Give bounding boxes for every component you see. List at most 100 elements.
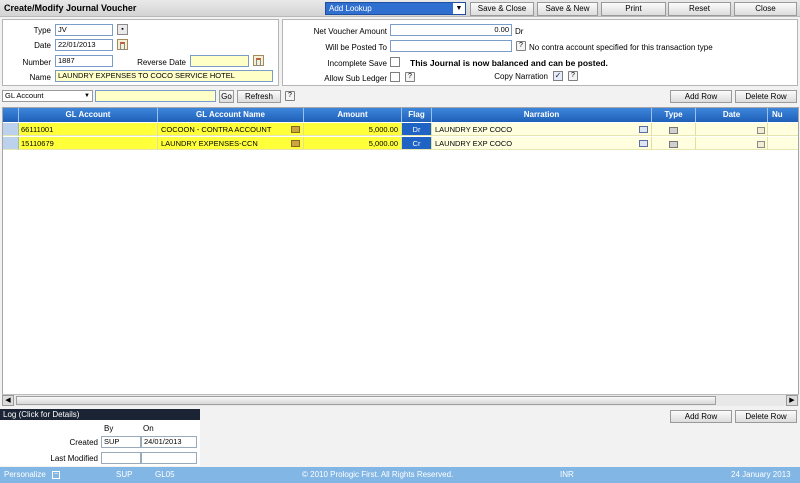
created-label: Created <box>69 438 98 447</box>
table-row[interactable]: 15110679 LAUNDRY EXPENSES-CCN 5,000.00 C… <box>3 137 798 151</box>
calendar-icon[interactable] <box>757 140 765 148</box>
personalize-link[interactable]: Personalize <box>4 467 46 483</box>
narration-editor-icon[interactable] <box>639 126 648 133</box>
row-selector[interactable] <box>3 123 19 136</box>
narration-text: LAUNDRY EXP COCO <box>435 139 513 148</box>
number-cell[interactable] <box>768 123 798 136</box>
log-by-header: By <box>104 424 114 433</box>
close-button[interactable]: Close <box>734 2 797 16</box>
narration-cell[interactable]: LAUNDRY EXP COCO <box>432 123 652 136</box>
table-row[interactable]: 66111001 COCOON - CONTRA ACCOUNT 5,000.0… <box>3 123 798 137</box>
date-label: Date <box>34 41 51 50</box>
date-cell[interactable] <box>696 137 768 150</box>
type-field[interactable]: JV <box>55 24 113 36</box>
type-label: Type <box>33 26 51 35</box>
refresh-button[interactable]: Refresh <box>237 90 281 103</box>
amount-cell[interactable]: 5,000.00 <box>304 137 402 150</box>
page-title: Create/Modify Journal Voucher <box>4 3 137 13</box>
posted-to-field[interactable] <box>390 40 512 52</box>
lookup-select[interactable]: Add Lookup ▼ <box>325 2 466 15</box>
last-modified-label: Last Modified <box>50 454 98 463</box>
save-new-button[interactable]: Save & New <box>537 2 598 16</box>
calendar-icon[interactable] <box>757 126 765 134</box>
column-header[interactable]: Nu <box>768 108 798 122</box>
column-header[interactable]: GL Account Name <box>158 108 304 122</box>
row-selector-header <box>3 108 19 122</box>
name-field[interactable]: LAUNDRY EXPENSES TO COCO SERVICE HOTEL <box>55 70 273 82</box>
footer-currency: INR <box>560 470 574 479</box>
allow-sub-ledger-checkbox[interactable] <box>390 72 400 82</box>
type-lookup-icon[interactable] <box>669 126 678 134</box>
lookup-select-value: Add Lookup <box>329 4 372 13</box>
help-icon[interactable]: ? <box>405 72 415 82</box>
reverse-date-field[interactable] <box>190 55 249 67</box>
incomplete-save-checkbox[interactable] <box>390 57 400 67</box>
folder-icon[interactable] <box>291 126 300 133</box>
row-selector[interactable] <box>3 137 19 150</box>
gl-account-cell[interactable]: 66111001 <box>19 123 158 136</box>
date-cell[interactable] <box>696 123 768 136</box>
gl-account-cell[interactable]: 15110679 <box>19 137 158 150</box>
allow-sub-ledger-label: Allow Sub Ledger <box>324 74 387 83</box>
folder-icon[interactable] <box>291 140 300 147</box>
column-header[interactable]: GL Account <box>19 108 158 122</box>
created-on-field: 24/01/2013 <box>141 436 197 448</box>
chevron-down-icon[interactable]: ▼ <box>84 91 90 101</box>
calendar-icon[interactable] <box>117 39 128 50</box>
number-cell[interactable] <box>768 137 798 150</box>
reset-button[interactable]: Reset <box>668 2 731 16</box>
amount-cell[interactable]: 5,000.00 <box>304 123 402 136</box>
narration-cell[interactable]: LAUNDRY EXP COCO <box>432 137 652 150</box>
date-field[interactable]: 22/01/2013 <box>55 39 113 51</box>
footer-company: GL05 <box>155 470 175 479</box>
number-label: Number <box>22 58 51 67</box>
type-cell[interactable] <box>652 123 696 136</box>
log-header[interactable]: Log (Click for Details) <box>0 409 200 420</box>
search-field-select[interactable]: GL Account ▼ <box>2 90 93 102</box>
scrollbar-thumb[interactable] <box>16 396 716 405</box>
type-lookup-icon[interactable] <box>669 140 678 148</box>
gl-account-name-text: COCOON - CONTRA ACCOUNT <box>161 125 272 134</box>
help-icon[interactable]: ? <box>285 91 295 101</box>
column-header[interactable]: Amount <box>304 108 402 122</box>
column-header[interactable]: Narration <box>432 108 652 122</box>
go-button[interactable]: Go <box>219 90 234 103</box>
chevron-down-icon[interactable]: ▼ <box>453 3 465 14</box>
column-header[interactable]: Type <box>652 108 696 122</box>
footer-date: 24 January 2013 <box>731 470 791 479</box>
reverse-date-label: Reverse Date <box>137 58 186 67</box>
posted-to-label: Will be Posted To <box>325 43 387 52</box>
scroll-right-icon[interactable]: ▶ <box>786 395 798 406</box>
calendar-icon[interactable] <box>253 55 264 66</box>
delete-row-button[interactable]: Delete Row <box>735 90 797 103</box>
gl-account-name-cell: COCOON - CONTRA ACCOUNT <box>158 123 304 136</box>
scroll-left-icon[interactable]: ◀ <box>2 395 14 406</box>
balanced-message: This Journal is now balanced and can be … <box>410 58 608 68</box>
help-icon[interactable]: ? <box>516 41 526 51</box>
column-header[interactable]: Flag <box>402 108 432 122</box>
delete-row-button[interactable]: Delete Row <box>735 410 797 423</box>
flag-cell[interactable]: Cr <box>402 137 432 150</box>
narration-editor-icon[interactable] <box>639 140 648 147</box>
copyright: © 2010 Prologic First. All Rights Reserv… <box>302 470 454 479</box>
add-row-button[interactable]: Add Row <box>670 410 732 423</box>
help-icon[interactable]: ? <box>568 71 578 81</box>
narration-text: LAUNDRY EXP COCO <box>435 125 513 134</box>
print-button[interactable]: Print <box>601 2 666 16</box>
flag-cell[interactable]: Dr <box>402 123 432 136</box>
collapse-icon[interactable]: − <box>52 471 60 479</box>
horizontal-scrollbar[interactable]: ◀ ▶ <box>2 394 799 406</box>
search-field-select-value: GL Account <box>5 91 44 100</box>
number-field[interactable]: 1887 <box>55 55 113 67</box>
type-cell[interactable] <box>652 137 696 150</box>
gl-account-name-text: LAUNDRY EXPENSES-CCN <box>161 139 258 148</box>
net-voucher-amount-label: Net Voucher Amount <box>313 27 387 36</box>
save-close-button[interactable]: Save & Close <box>470 2 534 16</box>
add-row-button[interactable]: Add Row <box>670 90 732 103</box>
column-header[interactable]: Date <box>696 108 768 122</box>
type-lookup-icon[interactable]: ▪ <box>117 24 128 35</box>
search-input[interactable] <box>95 90 216 102</box>
copy-narration-checkbox[interactable]: ✓ <box>553 71 563 81</box>
log-on-header: On <box>143 424 154 433</box>
created-by-field: SUP <box>101 436 141 448</box>
